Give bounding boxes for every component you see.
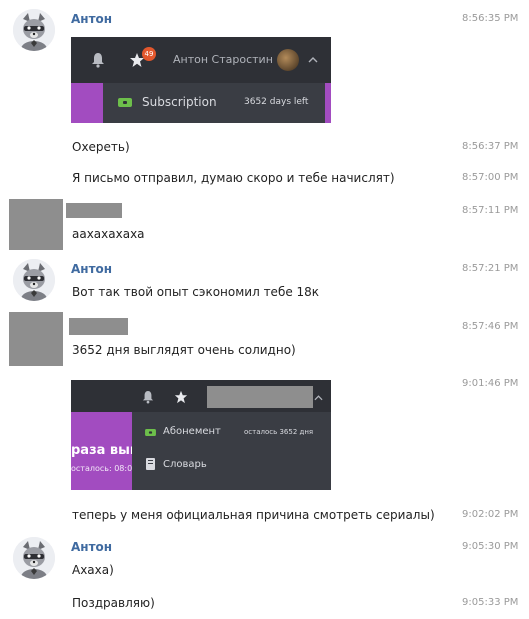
message-time: 8:56:37 PM [462, 141, 519, 152]
sender-name[interactable]: Антон [71, 540, 112, 554]
subscription-label: Subscription [142, 95, 217, 109]
message-text: Охереть) [72, 140, 130, 154]
avatar[interactable] [9, 199, 63, 250]
message-time: 9:02:02 PM [462, 509, 519, 520]
chevron-up-icon [308, 57, 318, 63]
avatar[interactable] [13, 537, 55, 579]
sender-name-redacted [69, 318, 128, 335]
bell-icon [142, 391, 154, 404]
dictionary-label: Словарь [163, 459, 207, 470]
remain-fragment: осталось: 08:06 [71, 464, 138, 473]
dictionary-icon [146, 458, 155, 470]
message-time: 9:01:46 PM [462, 378, 519, 389]
chevron-up-icon [314, 395, 323, 401]
user-name: Антон Старостин [173, 53, 273, 66]
avatar[interactable] [13, 9, 55, 51]
avatar[interactable] [9, 312, 63, 366]
message-text: Я письмо отправил, думаю скоро и тебе на… [72, 171, 395, 185]
message-time: 8:57:00 PM [462, 172, 519, 183]
bell-icon [92, 53, 104, 68]
user-name-redacted [207, 386, 313, 408]
message-time: 8:57:46 PM [462, 321, 519, 332]
attached-screenshot[interactable]: раза выго осталось: 08:06 Абонемент оста… [71, 380, 331, 490]
days-left: 3652 days left [244, 97, 309, 107]
notification-badge: 49 [142, 47, 156, 61]
subscription-label: Абонемент [163, 426, 221, 437]
message-text: теперь у меня официальная причина смотре… [72, 508, 435, 522]
message-text: Ахаха) [72, 563, 114, 577]
subscription-icon [145, 429, 156, 436]
message-time: 9:05:30 PM [462, 541, 519, 552]
message-text: Поздравляю) [72, 596, 155, 610]
sender-name-redacted [66, 203, 122, 218]
dropdown-menu [132, 412, 331, 490]
user-avatar [277, 49, 299, 71]
page-background [71, 83, 103, 123]
message-time: 8:56:35 PM [462, 13, 519, 24]
sender-name[interactable]: Антон [71, 262, 112, 276]
attached-screenshot[interactable]: 49 Антон Старостин Subscription 3652 day… [71, 37, 331, 123]
subscription-icon [118, 98, 132, 107]
days-left: осталось 3652 дня [244, 428, 314, 436]
message-text: 3652 дня выглядят очень солидно) [72, 343, 296, 357]
star-icon [174, 390, 188, 404]
message-time: 8:57:21 PM [462, 263, 519, 274]
message-time: 9:05:33 PM [462, 597, 519, 608]
message-text: аахахахаха [72, 227, 145, 241]
message-text: Вот так твой опыт сэкономил тебе 18к [72, 285, 320, 299]
page-background [325, 83, 331, 123]
message-time: 8:57:11 PM [462, 205, 519, 216]
avatar[interactable] [13, 259, 55, 301]
sender-name[interactable]: Антон [71, 12, 112, 26]
